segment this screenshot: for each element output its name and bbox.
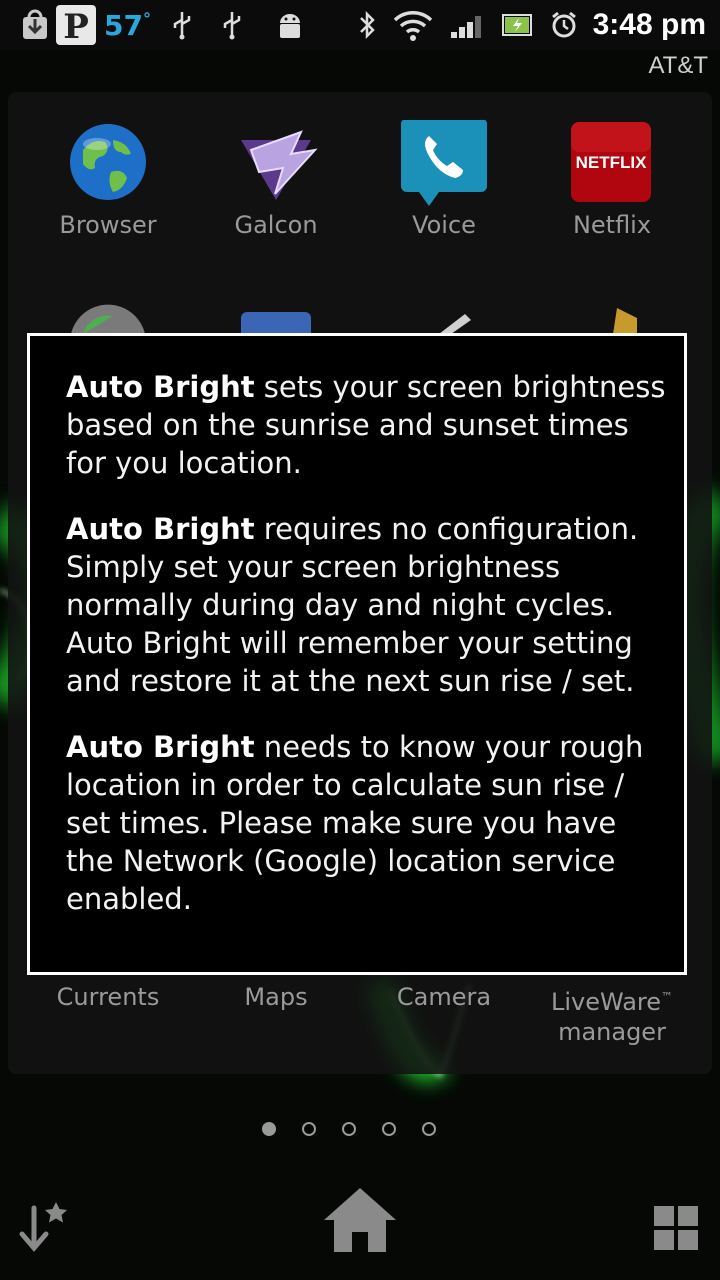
carrier-label: AT&T [648,52,708,79]
battery-charging-icon [501,12,535,38]
download-icon [20,9,50,41]
galcon-icon [231,120,321,210]
usb-icon [171,10,193,40]
trademark-mark: ™ [661,990,673,1004]
app-label: Maps [244,983,308,1011]
app-label: Galcon [234,211,318,239]
app-netflix[interactable]: NETFLIX Netflix [528,120,696,240]
dialog-paragraph-1: Auto Bright sets your screen brightness … [66,368,666,482]
page-indicator [262,1122,436,1136]
dialog-paragraph-3: Auto Bright needs to know your rough loc… [66,728,666,918]
alarm-icon [549,10,579,40]
app-voice[interactable]: Voice [360,118,528,240]
globe-icon [63,120,153,210]
wifi-icon [391,8,435,42]
pandora-icon: P [56,5,96,45]
app-camera[interactable]: Camera [360,982,528,1012]
app-liveware-manager[interactable]: LiveWare™ manager [528,982,696,1047]
app-label-line2: manager [558,1018,666,1046]
app-name-bold: Auto Bright [66,370,255,404]
usb-icon [221,10,243,40]
app-maps[interactable]: Maps [192,982,360,1012]
app-name-bold: Auto Bright [66,512,255,546]
temperature-text: 57° [104,9,151,42]
svg-text:P: P [63,7,89,45]
app-galcon[interactable]: Galcon [192,120,360,240]
page-dot[interactable] [302,1122,316,1136]
dialog-body: Auto Bright sets your screen brightness … [66,368,666,946]
page-dot[interactable] [382,1122,396,1136]
app-name-bold: Auto Bright [66,730,255,764]
page-dot[interactable] [422,1122,436,1136]
phone-icon [399,118,489,210]
temperature-unit: ° [142,9,151,29]
page-dot[interactable] [342,1122,356,1136]
signal-icon [449,10,487,40]
app-currents[interactable]: Currents [24,982,192,1012]
netflix-icon: NETFLIX [567,120,657,210]
app-label: LiveWare™ [528,982,696,1017]
app-label: Netflix [572,211,652,239]
app-label-line1: LiveWare [550,988,661,1016]
app-browser[interactable]: Browser [24,120,192,240]
bluetooth-icon [357,10,377,40]
netflix-icon-text: NETFLIX [576,153,647,172]
page-dot-active[interactable] [262,1122,276,1136]
temperature-value: 57 [104,8,143,42]
app-label: Currents [56,983,160,1011]
favorites-icon[interactable] [18,1200,70,1260]
home-icon[interactable] [322,1186,398,1258]
status-bar: P 57° 3:48 pm [0,0,720,50]
app-grid-icon[interactable] [654,1206,700,1256]
app-label: Browser [59,211,157,239]
app-label: Voice [412,211,476,239]
app-label: Camera [396,983,492,1011]
info-dialog[interactable]: Auto Bright sets your screen brightness … [27,333,687,975]
dialog-paragraph-2: Auto Bright requires no configuration. S… [66,510,666,700]
android-debug-icon [275,9,305,41]
clock: 3:48 pm [592,8,706,41]
